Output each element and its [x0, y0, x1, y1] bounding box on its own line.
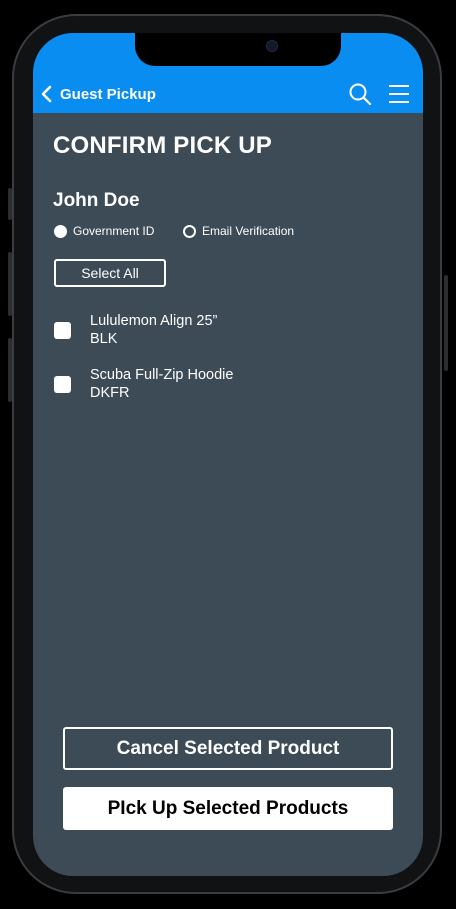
phone-volume-down-button [8, 338, 12, 402]
app-screen: Guest Pickup CONFIRM PICK UP John Doe Go… [33, 33, 423, 876]
radio-label: Government ID [73, 224, 155, 238]
phone-silent-switch [8, 188, 12, 220]
search-icon [349, 83, 372, 106]
product-name: Scuba Full-Zip Hoodie [90, 367, 234, 383]
phone-notch [135, 33, 341, 66]
menu-button[interactable] [388, 82, 412, 106]
customer-name: John Doe [53, 190, 140, 211]
radio-unselected-icon [183, 224, 196, 238]
product-checkbox[interactable] [54, 321, 71, 339]
pickup-selected-button[interactable]: PIck Up Selected Products [63, 787, 393, 830]
product-item: Lululemon Align 25” BLK [54, 312, 217, 348]
phone-volume-up-button [8, 252, 12, 316]
header-title: Guest Pickup [60, 85, 156, 103]
select-all-button[interactable]: Select All [54, 259, 166, 287]
product-checkbox[interactable] [54, 375, 71, 393]
hamburger-menu-icon [389, 85, 409, 103]
radio-label: Email Verification [202, 224, 295, 238]
product-color: DKFR [90, 385, 130, 401]
search-button[interactable] [348, 82, 372, 106]
radio-government-id[interactable]: Government ID [54, 222, 154, 240]
page-title: CONFIRM PICK UP [53, 132, 272, 159]
chevron-left-icon [41, 85, 52, 103]
phone-power-button [444, 275, 448, 371]
product-name: Lululemon Align 25” [90, 313, 218, 329]
product-item: Scuba Full-Zip Hoodie DKFR [54, 366, 233, 402]
front-camera [266, 40, 278, 52]
radio-selected-icon [54, 224, 67, 238]
product-color: BLK [90, 331, 118, 347]
radio-email-verification[interactable]: Email Verification [183, 222, 294, 240]
cancel-selected-button[interactable]: Cancel Selected Product [63, 727, 393, 770]
back-button[interactable]: Guest Pickup [41, 83, 156, 105]
